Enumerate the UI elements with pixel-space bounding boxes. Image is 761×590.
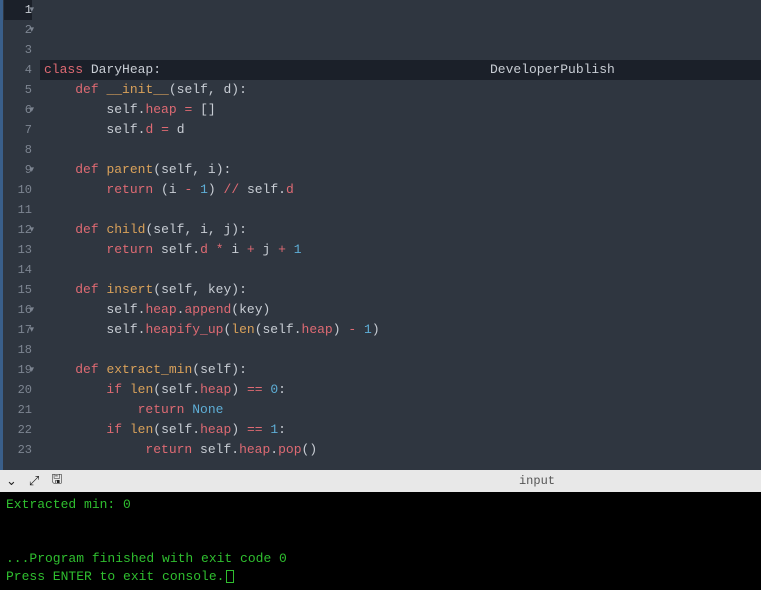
- code-line[interactable]: return self.heap.pop(): [40, 440, 761, 460]
- line-number: 2▾: [4, 20, 32, 40]
- code-line[interactable]: def parent(self, i):: [40, 160, 761, 180]
- save-icon[interactable]: 🖫: [51, 470, 62, 492]
- console-toolbar: ⌄ ⤢ 🖫 input: [0, 470, 761, 492]
- line-number: 18: [4, 340, 32, 360]
- line-number: 7: [4, 120, 32, 140]
- line-number-gutter: 1▾2▾3456▾789▾101112▾13141516▾17▾1819▾202…: [0, 0, 40, 470]
- code-line[interactable]: if len(self.heap) == 1:: [40, 420, 761, 440]
- chevron-down-icon[interactable]: ⌄: [6, 474, 17, 489]
- expand-icon[interactable]: ⤢: [29, 474, 39, 489]
- console-line: Press ENTER to exit console.: [6, 569, 224, 584]
- line-number: 8: [4, 140, 32, 160]
- code-line[interactable]: [40, 200, 761, 220]
- code-line[interactable]: def insert(self, key):: [40, 280, 761, 300]
- line-number: 6▾: [4, 100, 32, 120]
- code-area[interactable]: DeveloperPublish class DaryHeap: def __i…: [40, 0, 761, 470]
- code-line[interactable]: class DaryHeap:: [40, 60, 761, 80]
- code-line[interactable]: [40, 340, 761, 360]
- line-number: 19▾: [4, 360, 32, 380]
- line-number: 21: [4, 400, 32, 420]
- line-number: 4: [4, 60, 32, 80]
- code-line[interactable]: return (i - 1) // self.d: [40, 180, 761, 200]
- line-number: 15: [4, 280, 32, 300]
- code-line[interactable]: if len(self.heap) == 0:: [40, 380, 761, 400]
- code-line[interactable]: [40, 260, 761, 280]
- code-line[interactable]: def __init__(self, d):: [40, 80, 761, 100]
- code-line[interactable]: return self.d * i + j + 1: [40, 240, 761, 260]
- editor-left-strip: [0, 0, 3, 470]
- line-number: 9▾: [4, 160, 32, 180]
- fold-toggle-icon[interactable]: ▾: [29, 100, 34, 120]
- line-number: 3: [4, 40, 32, 60]
- line-number: 5: [4, 80, 32, 100]
- fold-toggle-icon[interactable]: ▾: [29, 320, 34, 340]
- code-line[interactable]: self.heap = []: [40, 100, 761, 120]
- line-number: 20: [4, 380, 32, 400]
- line-number: 16▾: [4, 300, 32, 320]
- line-number: 17▾: [4, 320, 32, 340]
- console-line: Extracted min: 0: [6, 497, 131, 512]
- code-line[interactable]: [40, 460, 761, 470]
- fold-toggle-icon[interactable]: ▾: [29, 220, 34, 240]
- code-line[interactable]: [40, 140, 761, 160]
- fold-toggle-icon[interactable]: ▾: [29, 160, 34, 180]
- watermark-text: DeveloperPublish: [490, 60, 615, 80]
- code-line[interactable]: self.heapify_up(len(self.heap) - 1): [40, 320, 761, 340]
- code-line[interactable]: return None: [40, 400, 761, 420]
- line-number: 23: [4, 440, 32, 460]
- line-number: 14: [4, 260, 32, 280]
- console-input-label: input: [519, 474, 555, 488]
- line-number: 11: [4, 200, 32, 220]
- code-editor[interactable]: 1▾2▾3456▾789▾101112▾13141516▾17▾1819▾202…: [0, 0, 761, 470]
- code-line[interactable]: def extract_min(self):: [40, 360, 761, 380]
- fold-toggle-icon[interactable]: ▾: [29, 0, 34, 20]
- code-line[interactable]: self.d = d: [40, 120, 761, 140]
- fold-toggle-icon[interactable]: ▾: [29, 20, 34, 40]
- code-line[interactable]: self.heap.append(key): [40, 300, 761, 320]
- line-number: 13: [4, 240, 32, 260]
- console-line: ...Program finished with exit code 0: [6, 551, 287, 566]
- fold-toggle-icon[interactable]: ▾: [29, 300, 34, 320]
- console-cursor: [226, 570, 234, 583]
- line-number: 10: [4, 180, 32, 200]
- console-output[interactable]: Extracted min: 0 ...Program finished wit…: [0, 492, 761, 590]
- line-number: 22: [4, 420, 32, 440]
- fold-toggle-icon[interactable]: ▾: [29, 360, 34, 380]
- line-number: 1▾: [4, 0, 32, 20]
- code-line[interactable]: def child(self, i, j):: [40, 220, 761, 240]
- line-number: 12▾: [4, 220, 32, 240]
